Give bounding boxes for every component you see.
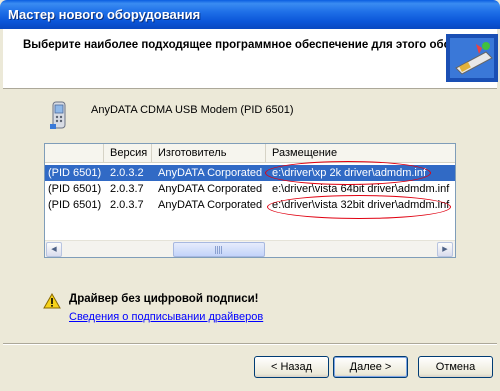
back-button[interactable]: < Назад [254, 356, 329, 378]
row-version: 2.0.3.7 [110, 199, 144, 211]
column-header-location[interactable]: Размещение [266, 144, 455, 163]
column-header-name[interactable] [45, 144, 104, 163]
wizard-window: Мастер нового оборудования Выберите наиб… [0, 0, 500, 391]
scroll-right-icon[interactable]: ▶ [437, 242, 453, 257]
wizard-header: Выберите наиболее подходящее программное… [3, 29, 498, 89]
column-header-manufacturer[interactable]: Изготовитель [152, 144, 266, 163]
driver-row[interactable]: (PID 6501) 2.0.3.7 AnyDATA Corporated e:… [45, 197, 455, 213]
row-name: (PID 6501) [48, 183, 102, 195]
header-text: Выберите наиболее подходящее программное… [23, 39, 478, 51]
hardware-wizard-icon [446, 34, 498, 82]
row-manufacturer: AnyDATA Corporated [158, 199, 263, 211]
row-location: e:\driver\vista 32bit driver\admdm.inf [272, 199, 450, 211]
device-name: AnyDATA CDMA USB Modem (PID 6501) [91, 104, 294, 116]
row-manufacturer: AnyDATA Corporated [158, 167, 263, 179]
driver-list[interactable]: Версия Изготовитель Размещение (PID 6501… [44, 143, 456, 258]
scroll-left-icon[interactable]: ◀ [46, 242, 62, 257]
window-title: Мастер нового оборудования [8, 7, 201, 22]
row-version: 2.0.3.7 [110, 183, 144, 195]
row-location: e:\driver\vista 64bit driver\admdm.inf [272, 183, 450, 195]
list-header: Версия Изготовитель Размещение [45, 144, 455, 163]
unsigned-driver-warning: Драйвер без цифровой подписи! [69, 293, 259, 305]
row-manufacturer: AnyDATA Corporated [158, 183, 263, 195]
next-button[interactable]: Далее > [333, 356, 408, 378]
cancel-button[interactable]: Отмена [418, 356, 493, 378]
scrollbar-thumb[interactable] [173, 242, 265, 257]
driver-signing-link[interactable]: Сведения о подписывании драйверов [69, 311, 263, 323]
row-version: 2.0.3.2 [110, 167, 144, 179]
modem-device-icon [50, 101, 66, 129]
warning-icon [43, 293, 61, 309]
driver-row[interactable]: (PID 6501) 2.0.3.2 AnyDATA Corporated e:… [45, 165, 455, 181]
divider [3, 343, 497, 345]
title-bar[interactable]: Мастер нового оборудования [0, 0, 500, 29]
row-name: (PID 6501) [48, 167, 102, 179]
row-name: (PID 6501) [48, 199, 102, 211]
column-header-version[interactable]: Версия [104, 144, 152, 163]
row-location: e:\driver\xp 2k driver\admdm.inf [272, 167, 427, 179]
horizontal-scrollbar[interactable]: ◀ ▶ [45, 240, 455, 257]
driver-row[interactable]: (PID 6501) 2.0.3.7 AnyDATA Corporated e:… [45, 181, 455, 197]
